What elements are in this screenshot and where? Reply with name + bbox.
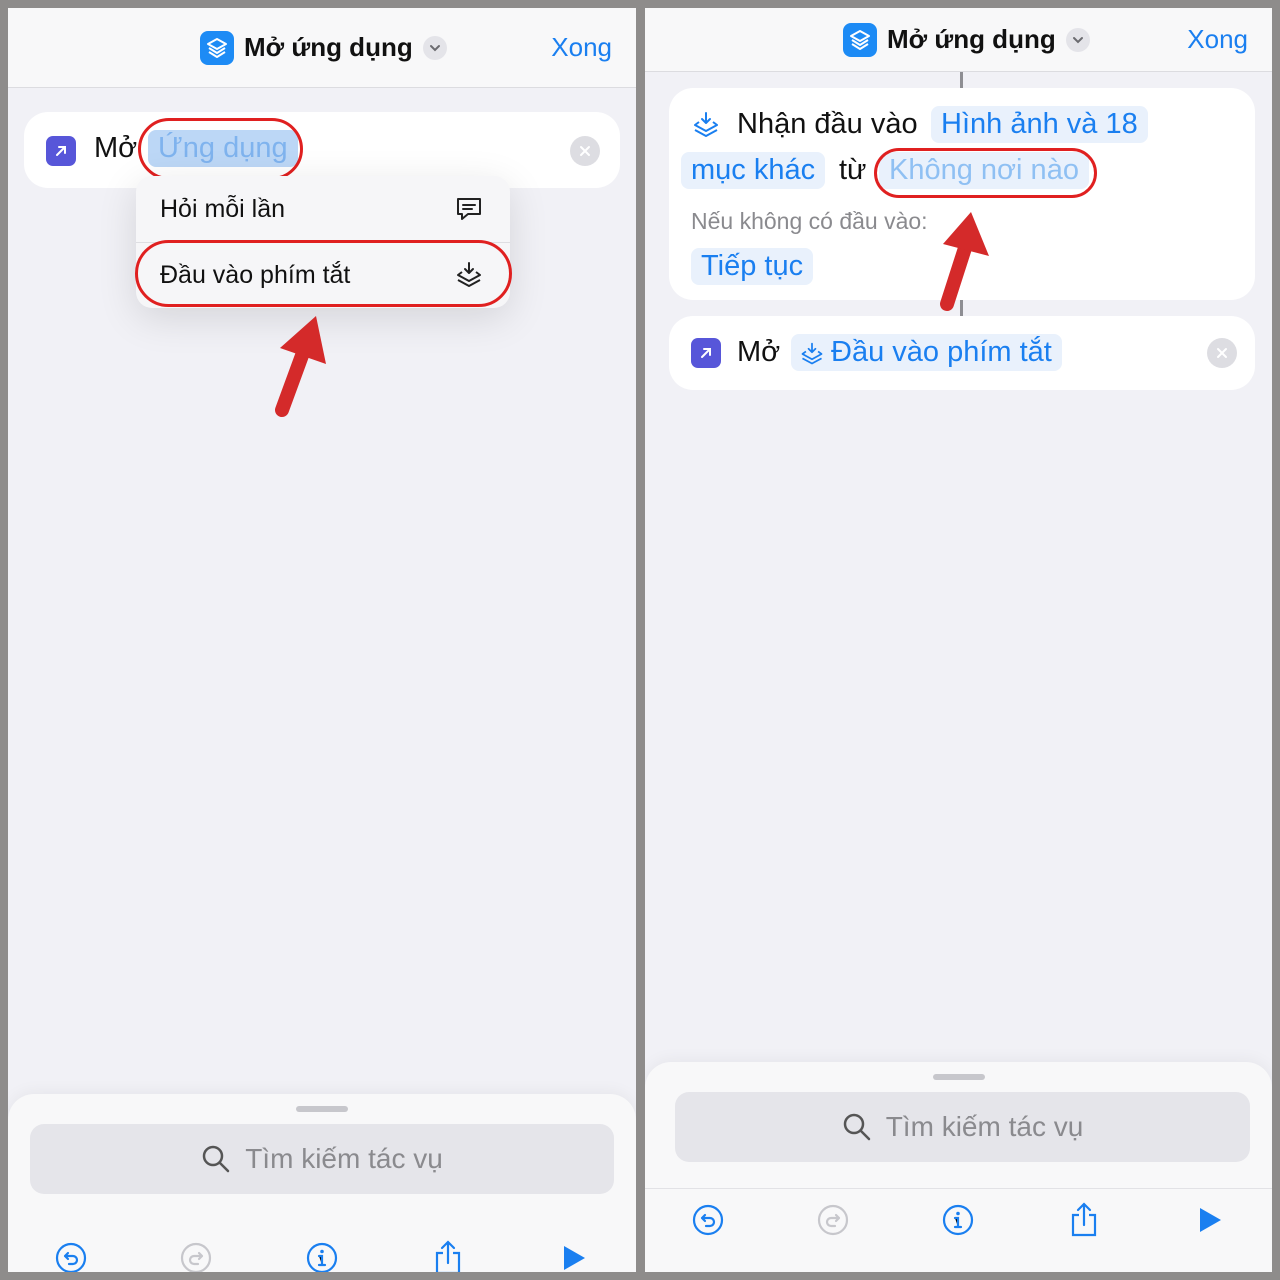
input-types-parameter[interactable]: Hình ảnh và 18 (931, 106, 1148, 143)
chevron-down-icon[interactable] (422, 35, 447, 60)
done-button[interactable]: Xong (551, 8, 612, 87)
search-icon (843, 1113, 870, 1141)
chat-bubble-icon (454, 194, 484, 231)
right-screen: Mở ứng dụng Xong Nhận đầu vào Hình ảnh v… (645, 8, 1272, 1272)
play-icon[interactable] (551, 1236, 595, 1272)
play-icon[interactable] (1187, 1198, 1231, 1242)
undo-icon[interactable] (49, 1236, 93, 1272)
sheet-grabber[interactable] (296, 1106, 348, 1112)
editor-toolbar (8, 1236, 636, 1272)
remove-action-icon[interactable] (570, 136, 600, 166)
remove-action-icon[interactable] (1207, 338, 1237, 368)
shortcut-title: Mở ứng dụng (887, 24, 1056, 54)
receive-input-label: Nhận đầu vào (737, 108, 918, 140)
open-app-action-card[interactable]: Mở Đầu vào phím tắt (669, 316, 1255, 390)
open-app-icon (691, 338, 721, 368)
share-icon[interactable] (426, 1236, 470, 1272)
left-screen: Mở ứng dụng Xong Mở Ứng dụng Hỏi mỗi lần… (8, 8, 636, 1272)
redo-icon[interactable] (811, 1198, 855, 1242)
app-parameter[interactable]: Đầu vào phím tắt (791, 334, 1062, 371)
shortcut-input-icon (691, 110, 721, 145)
action-search-sheet: Tìm kiếm tác vụ (645, 1062, 1272, 1272)
chevron-down-icon[interactable] (1065, 27, 1090, 52)
open-app-icon (46, 136, 76, 166)
share-icon[interactable] (1062, 1198, 1106, 1242)
continue-parameter[interactable]: Tiếp tục (691, 248, 814, 285)
divider (645, 1188, 1272, 1189)
search-icon (202, 1145, 230, 1173)
annotation-arrow (275, 316, 326, 417)
action-search-sheet: Tìm kiếm tác vụ (8, 1094, 636, 1272)
redo-icon[interactable] (174, 1236, 218, 1272)
annotation-circle (874, 148, 1097, 198)
if-no-input-label: Nếu không có đầu vào: (691, 208, 928, 234)
info-icon[interactable] (300, 1236, 344, 1272)
done-button[interactable]: Xong (1187, 8, 1248, 71)
shortcuts-app-icon (200, 30, 234, 65)
editor-toolbar (645, 1198, 1272, 1242)
annotation-arrow (940, 212, 989, 311)
shortcuts-app-icon (843, 22, 877, 57)
annotation-circle (135, 240, 512, 307)
action-label: Mở (737, 336, 781, 368)
undo-icon[interactable] (686, 1198, 730, 1242)
search-placeholder: Tìm kiếm tác vụ (245, 1143, 443, 1174)
shortcut-title-menu[interactable]: Mở ứng dụng (843, 8, 1090, 71)
action-label: Mở (94, 132, 138, 164)
app-parameter-label: Đầu vào phím tắt (831, 336, 1052, 368)
sheet-grabber[interactable] (932, 1074, 985, 1080)
nav-header: Mở ứng dụng Xong (645, 8, 1272, 72)
flow-connector (960, 72, 963, 88)
shortcut-title: Mở ứng dụng (244, 32, 413, 62)
menu-item-ask-each-time[interactable]: Hỏi mỗi lần (136, 176, 510, 242)
info-icon[interactable] (936, 1198, 980, 1242)
annotation-circle (138, 118, 303, 180)
from-label: từ (839, 154, 867, 186)
search-placeholder: Tìm kiếm tác vụ (885, 1111, 1084, 1142)
menu-item-label: Hỏi mỗi lần (160, 194, 286, 223)
nav-header: Mở ứng dụng Xong (8, 8, 636, 88)
search-actions-field[interactable]: Tìm kiếm tác vụ (30, 1124, 614, 1194)
input-types-parameter-cont[interactable]: mục khác (681, 152, 826, 189)
shortcut-title-menu[interactable]: Mở ứng dụng (200, 8, 447, 87)
shortcut-input-icon (801, 342, 823, 365)
search-actions-field[interactable]: Tìm kiếm tác vụ (675, 1092, 1250, 1162)
